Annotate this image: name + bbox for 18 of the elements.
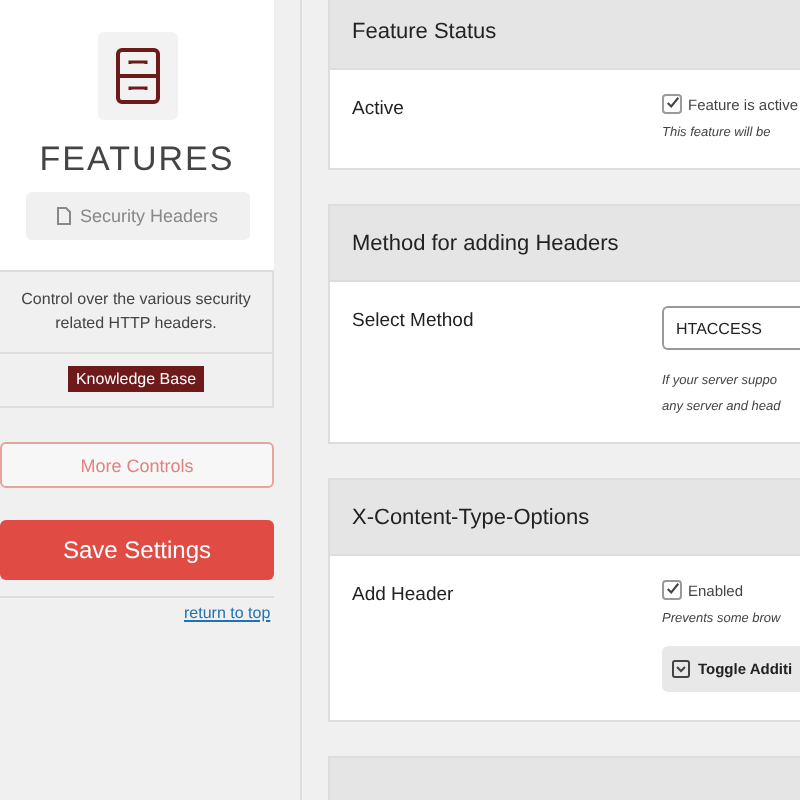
return-to-top-link[interactable]: return to top	[184, 604, 271, 622]
setting-label: Add Header	[352, 582, 456, 610]
setting-label: Select Method	[352, 308, 476, 336]
checkbox[interactable]	[662, 580, 682, 600]
cabinet-icon	[97, 32, 177, 120]
setting-label: Active	[352, 96, 406, 124]
method-select[interactable]: HTACCESS	[662, 306, 800, 350]
card-title: Method for adding Headers	[352, 231, 619, 255]
chevron-box-icon	[672, 660, 690, 678]
feature-description: Control over the various security related HTTP headers.	[0, 288, 272, 354]
checkbox[interactable]	[662, 94, 682, 114]
document-icon	[55, 206, 74, 226]
card-title: X-Content-Type-Options	[352, 505, 590, 529]
card-title: Feature Status	[352, 19, 497, 43]
feature-name: Security Headers	[79, 206, 219, 226]
save-settings-button[interactable]: Save Settings	[0, 520, 274, 580]
page-title: FEATURES	[39, 140, 235, 180]
knowledge-base-link[interactable]: Knowledge Base	[67, 366, 205, 392]
